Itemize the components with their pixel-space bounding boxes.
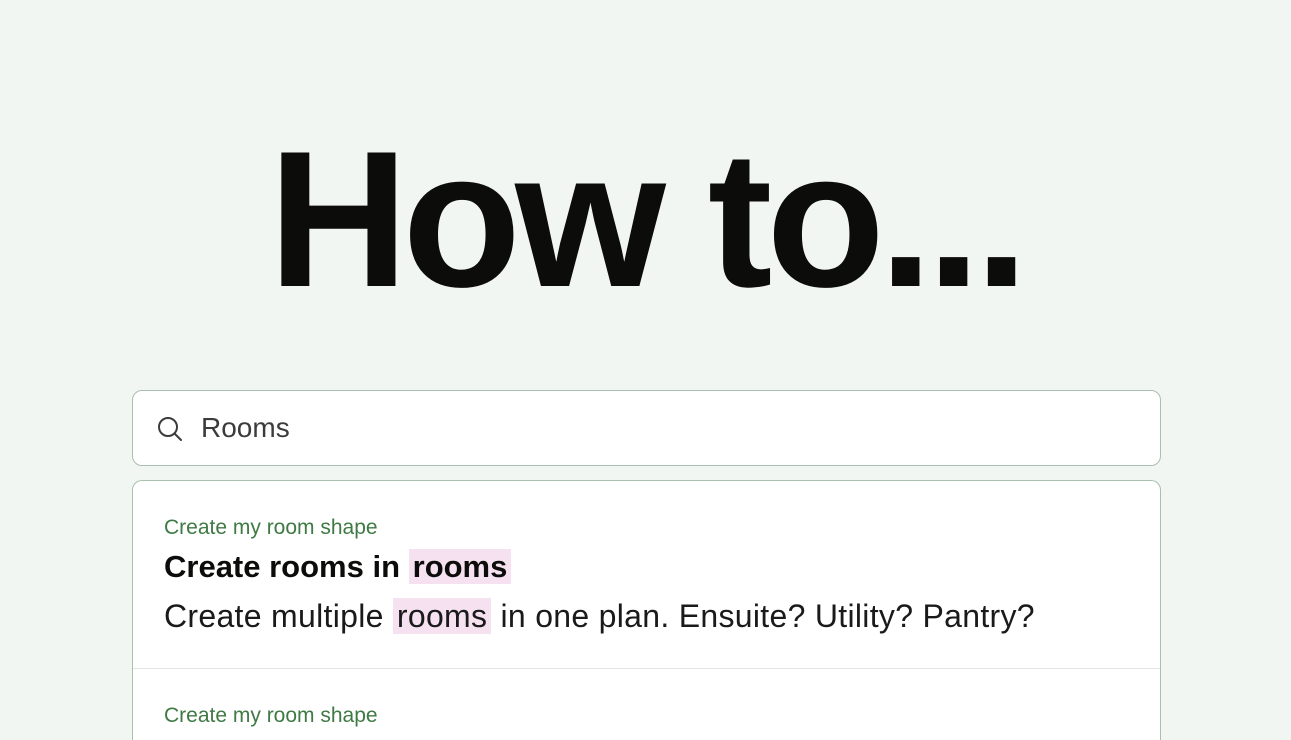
search-results-list: Create my room shape Create rooms in roo…	[132, 480, 1161, 740]
page: How to... Create my room shape Create ro…	[0, 0, 1291, 740]
result-desc-text-after: in one plan. Ensuite? Utility? Pantry?	[491, 598, 1035, 634]
search-icon	[158, 417, 182, 441]
search-result-item[interactable]: Create my room shape	[133, 669, 1160, 740]
result-desc-highlight: rooms	[392, 598, 492, 634]
result-desc-text-before: Create multiple	[164, 598, 393, 634]
result-category: Create my room shape	[164, 704, 378, 727]
result-title[interactable]: Create rooms in rooms	[164, 545, 1129, 589]
result-description: Create multiple rooms in one plan. Ensui…	[164, 593, 1129, 639]
result-category: Create my room shape	[164, 516, 378, 539]
page-title: How to...	[268, 111, 1028, 328]
result-title-highlight: rooms	[408, 549, 512, 584]
search-box[interactable]	[132, 390, 1161, 466]
search-result-item[interactable]: Create my room shape Create rooms in roo…	[133, 481, 1160, 669]
search-input[interactable]	[201, 405, 1141, 451]
result-title-text: Create rooms in	[164, 549, 409, 584]
